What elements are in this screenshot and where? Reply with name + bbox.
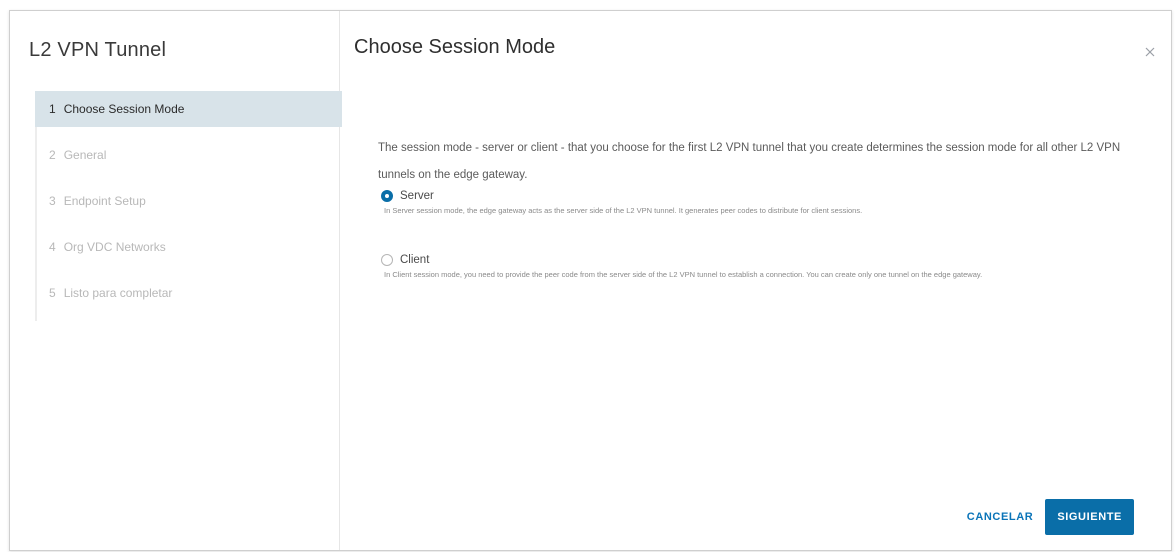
step-label: Listo para completar — [63, 286, 173, 300]
client-radio[interactable] — [381, 254, 393, 266]
client-help-text: In Client session mode, you need to prov… — [384, 270, 983, 279]
close-button[interactable] — [1143, 45, 1157, 59]
server-radio-row[interactable]: Server — [381, 190, 1144, 202]
session-mode-description: The session mode - server or client - th… — [378, 142, 1121, 181]
wizard-title: L2 VPN Tunnel — [29, 39, 167, 61]
step-number: 3 — [49, 194, 56, 208]
wizard-dialog: L2 VPN Tunnel 1 Choose Session Mode 2 Ge… — [9, 10, 1172, 551]
step-ready-to-complete[interactable]: 5 Listo para completar — [37, 275, 342, 311]
step-label: Choose Session Mode — [63, 102, 185, 116]
page-title: Choose Session Mode — [354, 36, 556, 58]
step-choose-session-mode[interactable]: 1 Choose Session Mode — [35, 91, 342, 127]
cancel-button[interactable]: CANCELAR — [955, 500, 1046, 534]
server-help-text: In Server session mode, the edge gateway… — [384, 206, 863, 215]
close-icon — [1145, 47, 1155, 57]
step-number: 4 — [49, 240, 56, 254]
wizard-actions: CANCELAR SIGUIENTE — [955, 499, 1134, 535]
step-label: General — [63, 148, 107, 162]
step-number: 5 — [49, 286, 56, 300]
option-client: Client In Client session mode, you need … — [381, 254, 1144, 280]
step-general[interactable]: 2 General — [37, 137, 342, 173]
server-radio[interactable] — [381, 190, 393, 202]
step-label: Org VDC Networks — [63, 240, 166, 254]
server-label[interactable]: Server — [400, 190, 434, 202]
step-org-vdc-networks[interactable]: 4 Org VDC Networks — [37, 229, 342, 265]
wizard-steps: 1 Choose Session Mode 2 General 3 Endpoi… — [35, 91, 342, 321]
step-number: 1 — [49, 102, 56, 116]
client-radio-row[interactable]: Client — [381, 254, 1144, 266]
next-button[interactable]: SIGUIENTE — [1045, 499, 1134, 535]
wizard-content: Choose Session Mode The session mode - s… — [340, 11, 1171, 550]
wizard-sidebar: L2 VPN Tunnel 1 Choose Session Mode 2 Ge… — [10, 11, 342, 550]
client-label[interactable]: Client — [400, 254, 429, 266]
step-label: Endpoint Setup — [63, 194, 146, 208]
step-number: 2 — [49, 148, 56, 162]
step-endpoint-setup[interactable]: 3 Endpoint Setup — [37, 183, 342, 219]
option-server: Server In Server session mode, the edge … — [381, 190, 1144, 216]
